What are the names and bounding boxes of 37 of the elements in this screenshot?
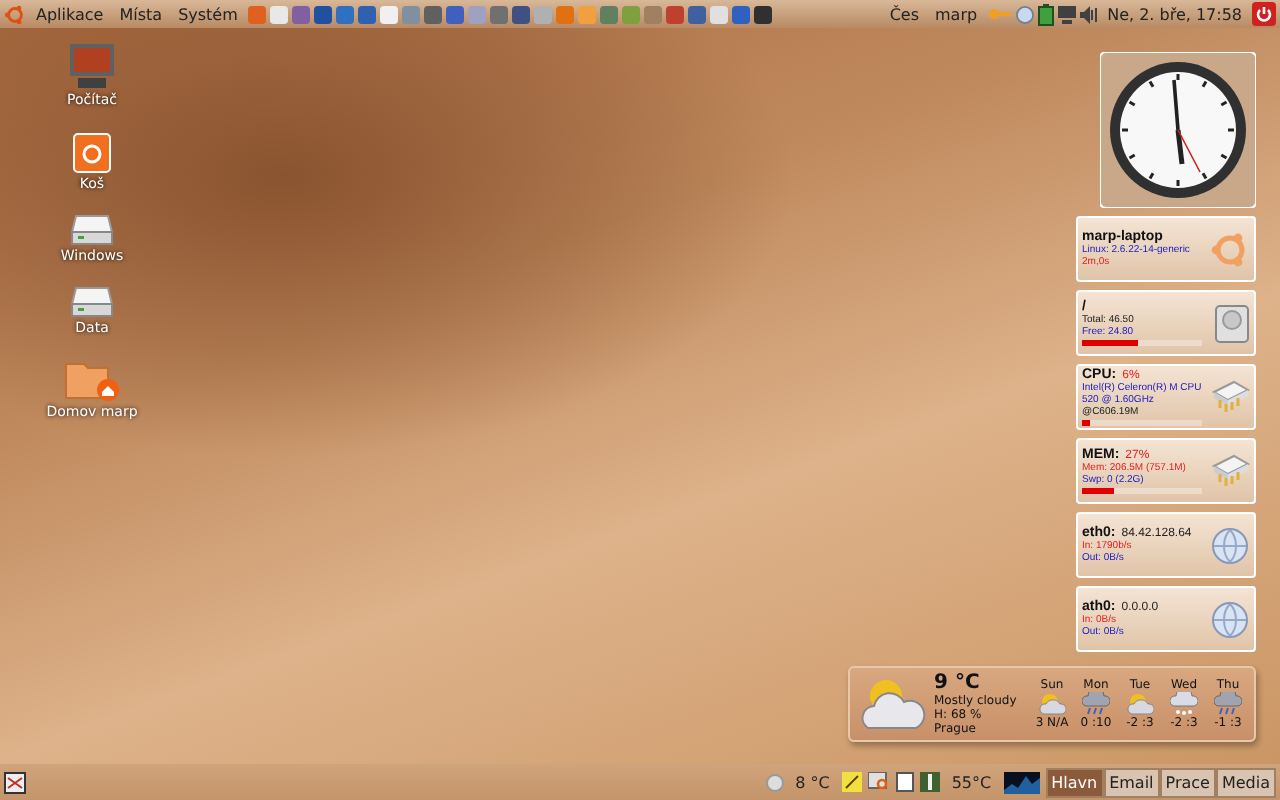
menu-item[interactable]: Systém <box>172 5 244 23</box>
chip-icon <box>1210 453 1250 489</box>
current-temperature: 9 °C <box>934 672 982 694</box>
cpu-temperature[interactable]: 55°C <box>945 773 998 791</box>
rain-cloud-icon <box>1214 692 1242 716</box>
workspace-tab[interactable]: Prace <box>1159 767 1216 797</box>
menu-item[interactable]: Aplikace <box>30 5 110 23</box>
menu-item[interactable]: Místa <box>113 5 169 23</box>
rain-cloud-icon <box>1082 692 1110 716</box>
computer-icon[interactable] <box>68 42 116 90</box>
sun-cloud-icon <box>1126 692 1154 716</box>
ubuntu-logo-icon <box>1210 229 1250 269</box>
workspace-tab[interactable]: Hlavn <box>1045 767 1104 797</box>
outdoor-temperature[interactable]: 8 °C <box>789 773 836 791</box>
notes-icon[interactable] <box>841 772 862 792</box>
drive-icon[interactable] <box>70 214 114 246</box>
workspace-tab[interactable]: Email <box>1103 767 1160 797</box>
monitor-graph-icon[interactable] <box>1003 771 1040 793</box>
power-icon[interactable] <box>1252 2 1276 26</box>
drive-icon[interactable] <box>70 286 114 318</box>
trash-icon[interactable] <box>72 130 112 174</box>
document-icon[interactable] <box>895 772 914 792</box>
show-desktop-icon[interactable] <box>4 771 26 793</box>
keyboard-layout[interactable]: Čes <box>883 5 926 23</box>
chip-icon <box>1210 379 1250 415</box>
clock-text[interactable]: Ne, 2. bře, 17:58 <box>1101 5 1248 23</box>
workspace-tab[interactable]: Media <box>1215 767 1276 797</box>
battery-icon[interactable] <box>1037 3 1054 25</box>
thermometer-icon[interactable] <box>919 772 940 792</box>
speaker-icon[interactable] <box>1079 5 1098 23</box>
network-icon[interactable] <box>1057 5 1076 23</box>
sun-cloud-icon <box>858 674 926 734</box>
user-name[interactable]: marp <box>929 5 984 23</box>
home-folder-icon[interactable] <box>64 358 120 402</box>
snow-cloud-icon <box>1170 692 1198 716</box>
ubuntu-logo-icon[interactable] <box>4 3 26 25</box>
sun-cloud-icon <box>1038 692 1066 716</box>
